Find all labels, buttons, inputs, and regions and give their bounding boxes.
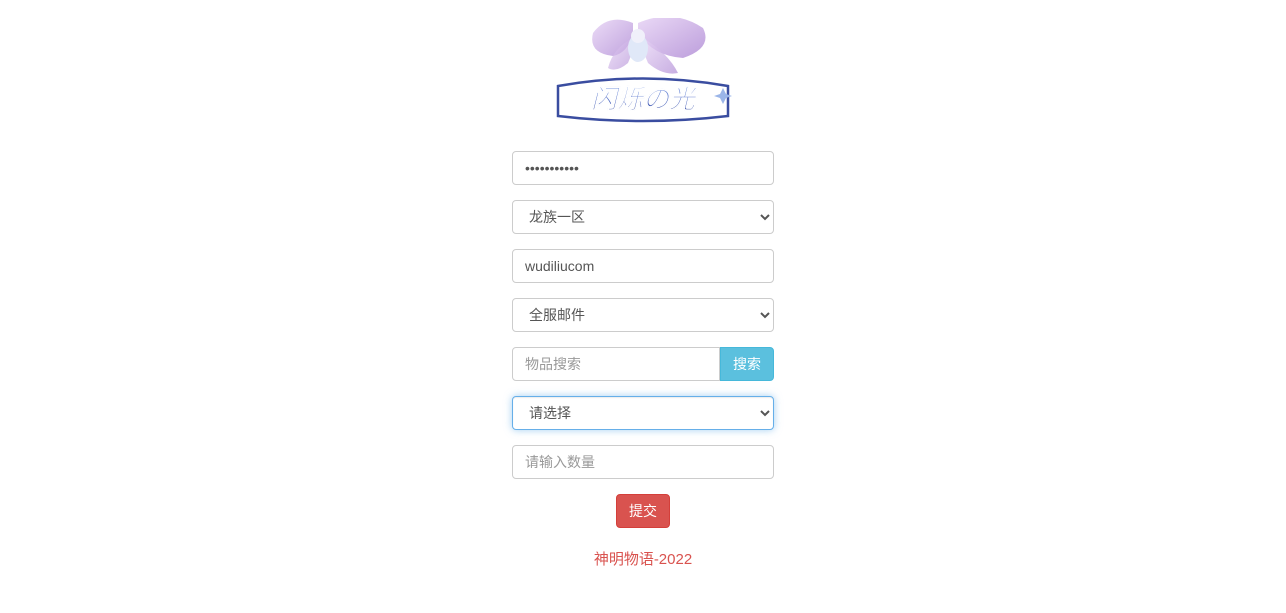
- item-select[interactable]: 请选择: [512, 396, 774, 430]
- password-input[interactable]: [512, 151, 774, 185]
- server-select[interactable]: 龙族一区: [512, 200, 774, 234]
- footer-text: 神明物语-2022: [512, 548, 774, 569]
- svg-text:闪烁の光: 闪烁の光: [591, 84, 698, 114]
- mail-type-select[interactable]: 全服邮件: [512, 298, 774, 332]
- quantity-input[interactable]: [512, 445, 774, 479]
- search-button[interactable]: 搜索: [720, 347, 774, 381]
- game-logo: 闪烁の光: [538, 18, 748, 133]
- submit-button[interactable]: 提交: [616, 494, 670, 528]
- username-input[interactable]: [512, 249, 774, 283]
- item-search-input[interactable]: [512, 347, 720, 381]
- form-container: 闪烁の光 龙族一区 全服邮件 搜索 请选择: [512, 0, 774, 569]
